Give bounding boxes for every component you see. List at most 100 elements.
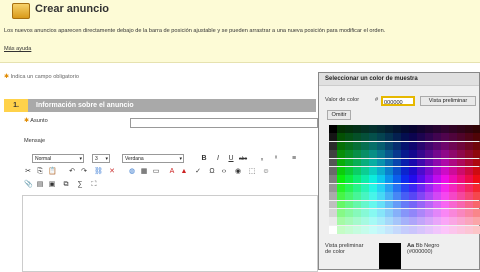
italic-button[interactable]: I [214,155,222,163]
color-swatch[interactable] [433,183,441,192]
bold-button[interactable]: B [200,155,208,163]
highlight-icon[interactable]: ▲ [180,168,188,176]
color-swatch[interactable] [441,125,449,133]
color-swatch[interactable] [369,175,377,184]
strikethrough-button[interactable]: abc [239,155,247,163]
color-swatch[interactable] [337,125,345,133]
color-swatch[interactable] [385,209,393,217]
color-swatch[interactable] [369,125,377,133]
color-swatch[interactable] [473,183,480,192]
color-swatch[interactable] [353,217,361,226]
color-swatch[interactable] [401,150,409,159]
color-swatch[interactable] [465,183,473,192]
color-swatch[interactable] [337,217,345,226]
color-swatch[interactable] [385,175,393,184]
color-swatch[interactable] [433,167,441,175]
color-swatch[interactable] [369,158,377,167]
globe-icon[interactable]: ◍ [128,168,136,176]
color-swatch[interactable] [457,183,465,192]
color-swatch[interactable] [385,192,393,201]
color-swatch[interactable] [353,225,361,234]
color-swatch[interactable] [377,125,385,133]
color-swatch[interactable] [441,150,449,159]
color-swatch[interactable] [473,158,480,167]
color-swatch[interactable] [465,209,473,217]
color-swatch[interactable] [361,183,369,192]
omit-button[interactable]: Omitir [327,110,351,120]
color-swatch[interactable] [393,150,401,159]
color-swatch[interactable] [329,158,337,167]
color-swatch[interactable] [449,225,457,234]
color-swatch[interactable] [377,217,385,226]
color-swatch[interactable] [345,141,353,150]
color-swatch[interactable] [401,183,409,192]
color-swatch[interactable] [369,141,377,150]
color-swatch[interactable] [457,209,465,217]
emoticon-icon[interactable]: ☺ [262,168,270,176]
color-swatch[interactable] [393,133,401,142]
color-swatch[interactable] [401,133,409,142]
color-swatch[interactable] [369,225,377,234]
subscript-icon[interactable]: ₓ [258,155,266,163]
link-icon[interactable]: ⛓ [94,168,103,176]
color-swatch[interactable] [361,150,369,159]
color-swatch[interactable] [473,133,480,142]
font-size-select[interactable]: 3 [92,154,110,164]
color-swatch[interactable] [361,133,369,142]
color-swatch[interactable] [369,167,377,175]
color-swatch[interactable] [433,225,441,234]
equation-icon[interactable]: ∑ [76,181,84,189]
color-swatch[interactable] [473,209,480,217]
color-swatch[interactable] [409,125,417,133]
color-swatch[interactable] [393,225,401,234]
color-swatch[interactable] [377,167,385,175]
embed-icon[interactable]: ⬚ [248,168,256,176]
color-swatch[interactable] [329,125,337,133]
special-char-icon[interactable]: Ω [208,168,216,176]
color-swatch[interactable] [409,175,417,184]
color-swatch[interactable] [425,158,433,167]
color-swatch[interactable] [401,167,409,175]
color-swatch[interactable] [409,217,417,226]
color-swatch[interactable] [465,225,473,234]
color-swatch[interactable] [353,183,361,192]
attach-icon[interactable]: 📎 [24,181,33,189]
text-color-icon[interactable]: A [168,168,176,176]
color-swatch[interactable] [465,217,473,226]
color-swatch[interactable] [425,125,433,133]
color-swatch[interactable] [457,225,465,234]
color-swatch[interactable] [345,175,353,184]
font-family-select[interactable]: Verdana [122,154,184,164]
color-swatch[interactable] [385,150,393,159]
color-swatch[interactable] [337,225,345,234]
color-swatch[interactable] [385,125,393,133]
color-swatch[interactable] [377,183,385,192]
color-swatch[interactable] [473,175,480,184]
color-swatch[interactable] [409,183,417,192]
color-swatch[interactable] [457,200,465,209]
media-icon[interactable]: ▣ [48,181,56,189]
color-swatch[interactable] [329,225,337,234]
color-swatch[interactable] [441,200,449,209]
color-swatch[interactable] [409,141,417,150]
color-swatch[interactable] [353,158,361,167]
color-swatch[interactable] [433,133,441,142]
color-swatch[interactable] [465,167,473,175]
cut-icon[interactable]: ✂ [24,168,32,176]
align-left-icon[interactable]: ≡ [290,155,298,163]
color-swatch[interactable] [441,133,449,142]
color-swatch[interactable] [401,217,409,226]
color-swatch[interactable] [409,150,417,159]
color-swatch[interactable] [353,125,361,133]
color-swatch[interactable] [369,192,377,201]
message-editor[interactable] [22,195,318,272]
color-swatch[interactable] [473,125,480,133]
color-swatch[interactable] [433,158,441,167]
color-swatch[interactable] [377,209,385,217]
color-swatch[interactable] [369,217,377,226]
color-swatch[interactable] [473,150,480,159]
color-swatch[interactable] [449,141,457,150]
color-swatch[interactable] [473,200,480,209]
color-swatch[interactable] [369,183,377,192]
color-swatch[interactable] [369,150,377,159]
